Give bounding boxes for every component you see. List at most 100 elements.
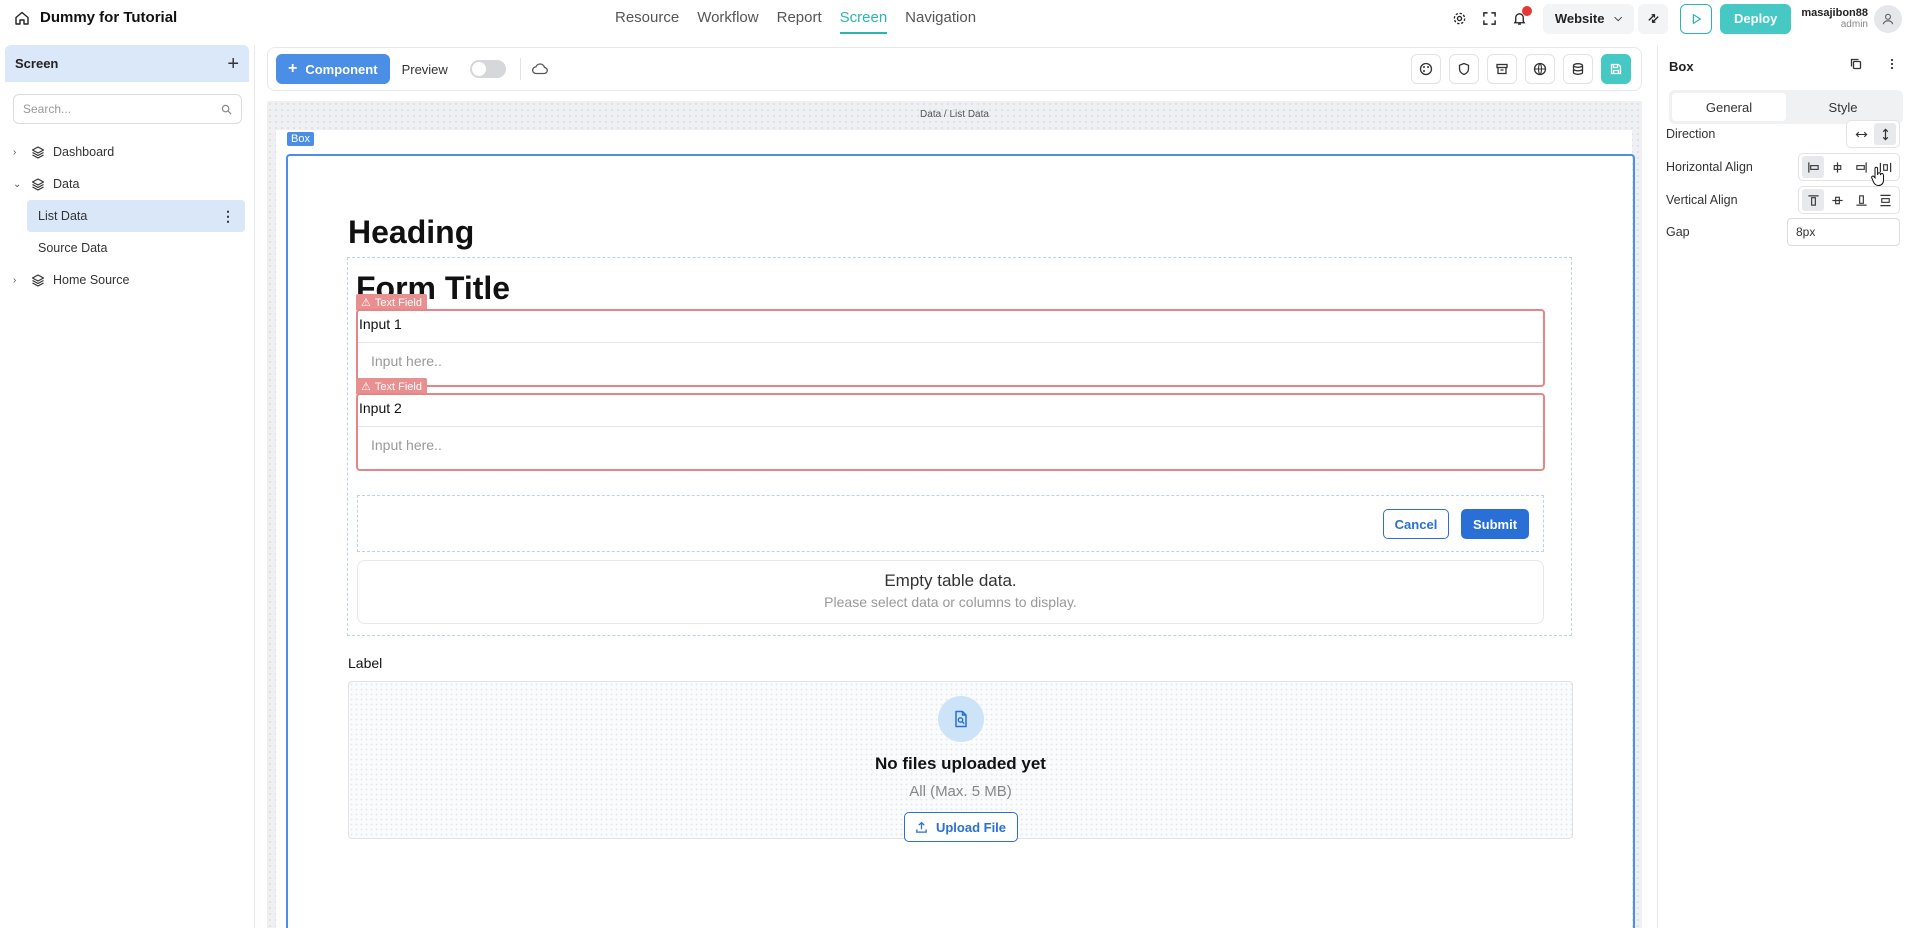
main-nav: Resource Workflow Report Screen Navigati… bbox=[615, 9, 976, 34]
expand-icon bbox=[1483, 12, 1497, 25]
language-button[interactable] bbox=[1525, 54, 1555, 84]
settings-button[interactable] bbox=[1445, 4, 1475, 34]
tree-item-label: Source Data bbox=[38, 241, 108, 255]
upload-file-label: Upload File bbox=[935, 819, 1007, 835]
top-actions: Website ⌵ Deploy masajibon88 admin bbox=[1445, 3, 1914, 34]
top-bar: Dummy for Tutorial Resource Workflow Rep… bbox=[0, 0, 1914, 37]
chevron-right-icon[interactable]: › bbox=[13, 275, 23, 286]
tree-item-home-source[interactable]: › Home Source bbox=[0, 264, 254, 296]
align-bottom-icon bbox=[1855, 194, 1867, 206]
tree-item-source-data[interactable]: Source Data bbox=[0, 232, 254, 264]
screen-tree: › Dashboard ⌄ Data List Data ⋮ Source Da… bbox=[0, 136, 254, 296]
nav-screen[interactable]: Screen bbox=[839, 9, 888, 34]
direction-horizontal[interactable] bbox=[1850, 123, 1872, 145]
fullscreen-button[interactable] bbox=[1475, 4, 1505, 34]
horizontal-align-label: Horizontal Align bbox=[1666, 160, 1753, 174]
upload-file-button[interactable]: Upload File bbox=[903, 812, 1018, 842]
upload-label: Label bbox=[348, 655, 383, 671]
notifications-button[interactable] bbox=[1505, 4, 1535, 34]
align-middle-option[interactable] bbox=[1826, 189, 1848, 211]
panel-header: Box bbox=[1658, 45, 1914, 87]
chevron-down-icon[interactable]: ⌄ bbox=[13, 179, 23, 190]
globe-icon bbox=[1533, 62, 1547, 76]
direction-vertical[interactable] bbox=[1874, 123, 1896, 145]
plus-icon: + bbox=[288, 60, 298, 77]
align-top-option[interactable] bbox=[1802, 189, 1824, 211]
nav-workflow[interactable]: Workflow bbox=[697, 9, 758, 34]
cancel-button[interactable]: Cancel bbox=[1383, 509, 1449, 539]
tree-item-label: Home Source bbox=[53, 273, 130, 287]
security-button[interactable] bbox=[1449, 54, 1479, 84]
align-left-icon bbox=[1807, 161, 1819, 173]
tree-item-label: Data bbox=[53, 177, 80, 191]
database-button[interactable] bbox=[1563, 54, 1593, 84]
avatar[interactable] bbox=[1874, 4, 1902, 33]
copy-icon[interactable] bbox=[1849, 57, 1863, 71]
tab-style[interactable]: Style bbox=[1786, 93, 1900, 121]
more-vertical-icon[interactable] bbox=[1885, 57, 1899, 71]
submit-button[interactable]: Submit bbox=[1461, 509, 1529, 539]
vertical-align-label: Vertical Align bbox=[1666, 193, 1738, 207]
align-bottom-option[interactable] bbox=[1850, 189, 1872, 211]
app-brand[interactable]: Dummy for Tutorial bbox=[14, 9, 177, 26]
align-top-icon bbox=[1807, 194, 1819, 206]
tree-item-list-data[interactable]: List Data ⋮ bbox=[27, 200, 245, 232]
heading-component[interactable]: Heading bbox=[348, 214, 474, 251]
layers-icon bbox=[31, 146, 45, 159]
box-tag[interactable]: Box bbox=[287, 132, 314, 146]
swap-icon bbox=[1647, 14, 1659, 23]
deploy-button[interactable]: Deploy bbox=[1720, 3, 1792, 34]
text-field-input-1[interactable]: Input 1 Input here.. bbox=[356, 309, 1545, 387]
gap-label: Gap bbox=[1666, 225, 1690, 239]
run-preview-button[interactable] bbox=[1680, 3, 1713, 34]
upload-icon bbox=[916, 821, 927, 833]
cloud-sync-icon[interactable] bbox=[531, 60, 549, 78]
switch-button[interactable] bbox=[1638, 3, 1669, 34]
field-placeholder: Input here.. bbox=[371, 436, 442, 453]
align-center-option[interactable] bbox=[1826, 156, 1848, 178]
nav-report[interactable]: Report bbox=[777, 9, 822, 34]
add-component-button[interactable]: + Component bbox=[276, 54, 390, 84]
align-right-option[interactable] bbox=[1850, 156, 1872, 178]
text-field-input-2[interactable]: Input 2 Input here.. bbox=[356, 393, 1545, 471]
editor-canvas: Data / List Data Box Heading Form Title … bbox=[267, 101, 1642, 928]
save-button[interactable] bbox=[1601, 54, 1631, 84]
upload-subtitle: All (Max. 5 MB) bbox=[909, 783, 1012, 800]
archive-button[interactable] bbox=[1487, 54, 1517, 84]
search-placeholder: Search... bbox=[23, 102, 72, 116]
chevron-right-icon[interactable]: › bbox=[13, 147, 23, 158]
gap-input[interactable]: 8px bbox=[1787, 218, 1900, 246]
field-input[interactable]: Input here.. bbox=[358, 342, 1543, 378]
file-search-icon-wrap bbox=[937, 696, 984, 742]
user-info[interactable]: masajibon88 admin bbox=[1801, 7, 1868, 31]
file-upload-dropzone[interactable]: No files uploaded yet All (Max. 5 MB) Up… bbox=[348, 681, 1573, 842]
tree-item-label: List Data bbox=[38, 209, 88, 223]
toolbar-divider bbox=[519, 58, 521, 80]
environment-select[interactable]: Website ⌵ bbox=[1542, 3, 1635, 34]
add-screen-button[interactable]: + bbox=[227, 54, 239, 74]
panel-header-actions bbox=[1849, 57, 1899, 71]
align-left-option[interactable] bbox=[1802, 156, 1824, 178]
more-options-icon[interactable]: ⋮ bbox=[221, 208, 235, 225]
tree-item-dashboard[interactable]: › Dashboard bbox=[0, 136, 254, 168]
data-table[interactable]: Empty table data. Please select data or … bbox=[357, 560, 1544, 624]
field-input[interactable]: Input here.. bbox=[358, 426, 1543, 462]
gear-icon bbox=[1454, 12, 1466, 25]
tab-general[interactable]: General bbox=[1672, 93, 1786, 121]
field-placeholder: Input here.. bbox=[371, 352, 442, 369]
nav-navigation[interactable]: Navigation bbox=[905, 9, 976, 34]
stretch-vertical-icon bbox=[1879, 194, 1891, 206]
vertical-align-control bbox=[1798, 186, 1900, 214]
preview-toggle[interactable] bbox=[469, 60, 506, 78]
nav-resource[interactable]: Resource bbox=[615, 9, 679, 34]
align-stretch-option[interactable] bbox=[1874, 189, 1896, 211]
screen-sidebar: Screen + Search... › Dashboard ⌄ Data Li… bbox=[0, 45, 255, 928]
theme-button[interactable] bbox=[1411, 54, 1441, 84]
search-icon bbox=[221, 104, 232, 115]
field-label: Input 2 bbox=[359, 400, 402, 416]
environment-value: Website bbox=[1554, 11, 1605, 26]
editor-toolbar: + Component Preview bbox=[267, 47, 1642, 91]
tree-item-data[interactable]: ⌄ Data bbox=[0, 168, 254, 200]
search-input[interactable]: Search... bbox=[13, 94, 242, 124]
notification-badge bbox=[1521, 5, 1532, 16]
